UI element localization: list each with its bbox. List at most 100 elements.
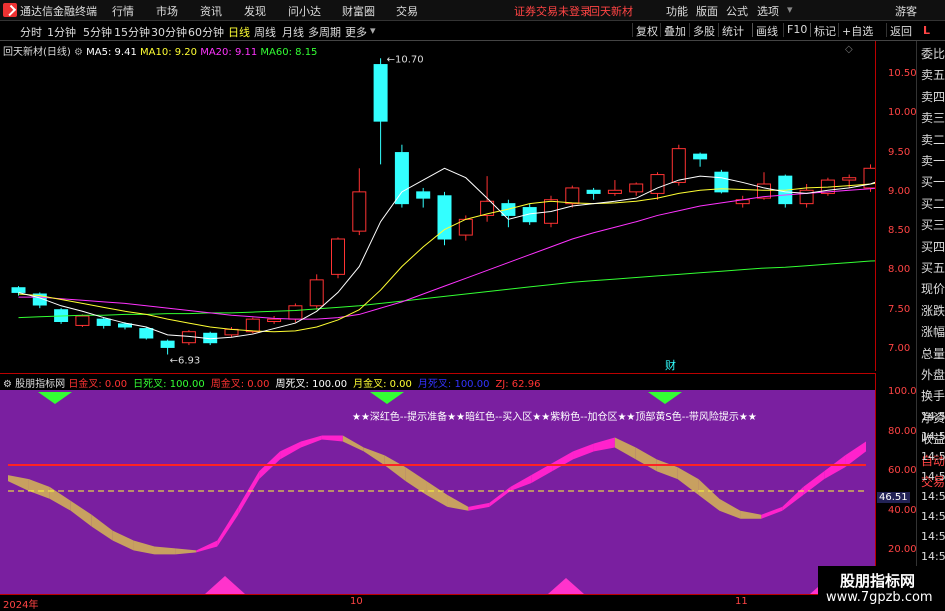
indicator-band-segment xyxy=(656,459,678,480)
time-value: 14:5 xyxy=(921,470,945,483)
price-tick: 10.00 xyxy=(888,107,917,119)
indicator-value: 月金叉: 0.00 xyxy=(353,379,412,390)
candle-body xyxy=(394,152,409,205)
period-60min[interactable]: 60分钟 xyxy=(188,24,224,40)
indicator-band-segment xyxy=(8,475,29,491)
multi-stock-button[interactable]: 多股 xyxy=(689,23,718,38)
back-button[interactable]: 返回 xyxy=(886,23,915,38)
minimize-icon[interactable]: ▾ xyxy=(787,3,793,16)
menu-layout[interactable]: 版面 xyxy=(696,3,718,19)
candle-body xyxy=(607,189,622,194)
indicator-tick: 40.00 xyxy=(888,504,917,516)
watermark-url: www.7gpzb.com xyxy=(826,590,933,605)
quote-field-label: 卖三 xyxy=(921,111,945,126)
period-5min[interactable]: 5分钟 xyxy=(83,24,112,40)
statistics-button[interactable]: 统计 xyxy=(718,23,747,38)
menu-quotes[interactable]: 行情 xyxy=(112,3,134,19)
indicator-current-value: 46.51 xyxy=(877,491,910,503)
period-multi[interactable]: 多周期 xyxy=(308,24,341,40)
indicator-value: 月死叉: 100.00 xyxy=(417,379,490,390)
indicator-note: ★★深红色--提示准备★★暗红色--买入区★★紫粉色--加仓区★★顶部黄S色--… xyxy=(352,410,757,423)
quote-field-label: 总量 xyxy=(921,346,945,361)
menu-trade[interactable]: 交易 xyxy=(396,3,418,19)
candle-body xyxy=(288,305,303,320)
price-tick: 9.50 xyxy=(888,146,911,158)
watermark: 股朋指标网 www.7gpzb.com xyxy=(818,566,945,609)
quote-field-label: 买三 xyxy=(921,218,945,233)
indicator-band-segment xyxy=(510,475,532,491)
quote-field-label: 卖一 xyxy=(921,154,945,168)
candle-body xyxy=(352,191,367,232)
indicator-chart[interactable]: ★★深红色--提示准备★★暗红色--买入区★★紫粉色--加仓区★★顶部黄S色--… xyxy=(0,390,875,594)
menu-market[interactable]: 市场 xyxy=(156,3,178,19)
menu-news[interactable]: 资讯 xyxy=(200,3,222,19)
indicator-band-segment xyxy=(238,471,260,515)
period-more[interactable]: 更多 xyxy=(345,24,367,40)
indicator-band-segment xyxy=(321,435,343,442)
quote-field-label: 卖五 xyxy=(921,68,945,83)
menu-formula[interactable]: 公式 xyxy=(726,3,748,19)
candle-body xyxy=(139,328,154,339)
period-15min[interactable]: 15分钟 xyxy=(114,24,150,40)
menu-wealth[interactable]: 财富圈 xyxy=(342,3,375,19)
indicator-band-segment xyxy=(175,548,197,555)
period-1min[interactable]: 1分钟 xyxy=(47,24,76,40)
time-axis: 2024年 10 11 xyxy=(0,594,875,611)
quote-field-label: 卖二 xyxy=(921,132,945,147)
period-30min[interactable]: 30分钟 xyxy=(151,24,187,40)
login-notice[interactable]: 证券交易未登录 xyxy=(514,3,591,19)
indicator-band-segment xyxy=(133,540,155,555)
current-stock: 回天新材 xyxy=(589,5,633,18)
f10-button[interactable]: F10 xyxy=(783,23,810,37)
restore-rights-button[interactable]: 复权 xyxy=(632,23,661,38)
watermark-title: 股朋指标网 xyxy=(840,572,916,590)
indicator-band-segment xyxy=(300,435,322,448)
quote-field-label: 涨跌 xyxy=(921,303,945,318)
menu-options[interactable]: 选项 xyxy=(757,3,779,19)
mark-button[interactable]: 标记 xyxy=(810,23,839,38)
indicator-band-segment xyxy=(447,494,469,511)
period-weekly[interactable]: 周线 xyxy=(254,24,276,40)
indicator-band-segment xyxy=(28,479,50,499)
menu-assistant[interactable]: 问小达 xyxy=(288,3,321,19)
overlay-button[interactable]: 叠加 xyxy=(660,23,689,38)
menu-function[interactable]: 功能 xyxy=(666,3,688,19)
kline-chart[interactable]: ←10.70 ←6.93 财 xyxy=(0,41,875,371)
app-logo-icon xyxy=(3,3,17,17)
candle-body xyxy=(75,315,90,326)
indicator-scale: 100.0 80.00 60.00 40.00 20.00 46.51 xyxy=(875,373,917,593)
period-monthly[interactable]: 月线 xyxy=(282,24,304,40)
candle-body xyxy=(416,191,431,199)
quote-field-label: 换手 xyxy=(921,389,945,404)
draw-line-button[interactable]: 画线 xyxy=(752,23,781,38)
quote-field-label: 买四 xyxy=(921,239,945,254)
indicator-band-segment xyxy=(614,437,636,460)
add-watchlist-button[interactable]: +自选 xyxy=(838,23,876,38)
candle-body xyxy=(309,279,324,307)
indicator-band-segment xyxy=(489,487,511,507)
indicator-band-segment xyxy=(280,441,301,460)
indicator-band-segment xyxy=(426,481,448,507)
menu-discover[interactable]: 发现 xyxy=(244,3,266,19)
indicator-band-segment xyxy=(384,455,406,482)
candle-layer xyxy=(11,58,875,355)
price-tick: 7.50 xyxy=(888,303,911,315)
signal-triangle xyxy=(648,392,682,404)
guest-user[interactable]: 游客 xyxy=(895,3,917,19)
ma5-line xyxy=(18,167,875,340)
time-value: 14:5 xyxy=(921,450,945,463)
indicator-band-segment xyxy=(719,498,741,519)
indicator-band-segment xyxy=(845,441,866,468)
quote-field-label: 卖四 xyxy=(921,89,945,104)
more-chevron-icon[interactable]: ▾ xyxy=(370,24,376,37)
indicator-band-segment xyxy=(698,479,720,511)
quote-field-label: 买一 xyxy=(921,175,945,190)
indicator-band-segment xyxy=(635,447,657,472)
indicator-band-segment xyxy=(154,546,176,555)
indicator-value: ZJ: 62.96 xyxy=(495,379,541,390)
indicator-band-segment xyxy=(91,514,113,541)
period-timeshare[interactable]: 分时 xyxy=(20,24,42,40)
quote-field-label: 买二 xyxy=(921,196,945,211)
price-tick: 8.50 xyxy=(888,225,911,237)
period-daily[interactable]: 日线 xyxy=(228,24,250,40)
